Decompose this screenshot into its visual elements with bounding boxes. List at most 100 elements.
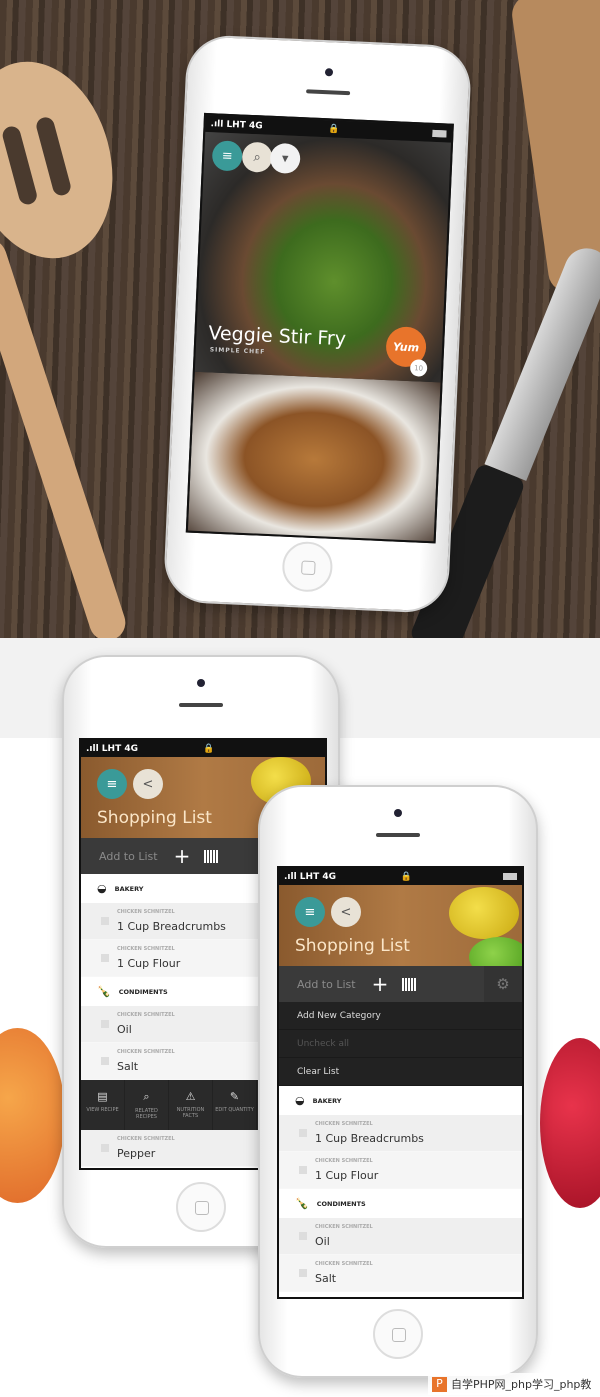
checkbox[interactable] (101, 917, 109, 925)
nutrition-facts-button[interactable]: ⚠ NUTRITION FACTS (169, 1080, 213, 1130)
checkbox[interactable] (101, 954, 109, 962)
item-recipe: CHICKEN SCHNITZEL (315, 1157, 373, 1164)
checkbox[interactable] (299, 1269, 307, 1277)
phone-shopping-menu: .ıll LHT 4G 🔒 ≡ < Shopping List Add to Li… (258, 785, 538, 1378)
menu-icon[interactable]: ≡ (97, 769, 127, 799)
category-bakery: ◒ BAKERY (279, 1086, 522, 1115)
home-button[interactable] (280, 540, 333, 593)
checkbox[interactable] (299, 1166, 307, 1174)
add-to-list-input[interactable]: Add to List (99, 850, 158, 863)
yum-count: 10 (409, 359, 428, 377)
share-icon[interactable]: < (331, 897, 361, 927)
item-name: 1 Cup Breadcrumbs (315, 1131, 424, 1145)
item-recipe: CHICKEN SCHNITZEL (315, 1223, 373, 1230)
recipe-author: SIMPLE CHEF (209, 346, 266, 356)
menu-icon[interactable]: ≡ (295, 897, 325, 927)
share-icon[interactable]: < (133, 769, 163, 799)
item-name: Oil (315, 1234, 330, 1248)
wooden-spoon (0, 45, 134, 275)
carrier-text: .ıll LHT 4G (210, 118, 263, 131)
item-recipe: CHICKEN SCHNITZEL (117, 945, 175, 952)
lock-icon: 🔒 (328, 123, 340, 135)
item-name: 1 Cup Flour (315, 1168, 379, 1182)
lock-icon: 🔒 (400, 871, 412, 882)
filter-icon[interactable]: ▾ (269, 142, 301, 175)
category-label: BAKERY (114, 884, 144, 893)
watermark-text: 自学PHP网_php学习_php教 (451, 1378, 592, 1391)
barcode-icon[interactable] (204, 849, 219, 863)
list-item[interactable]: CHICKEN SCHNITZEL 1 Cup Breadcrumbs (279, 1115, 522, 1152)
barcode-icon[interactable] (402, 977, 417, 991)
list-item[interactable]: CHICKEN SCHNITZEL 1 Cup Flour (279, 1152, 522, 1189)
add-to-list-bar[interactable]: Add to List + ⚙ (279, 966, 522, 1002)
checkbox[interactable] (101, 1057, 109, 1065)
recipe-screen: .ıll LHT 4G 🔒 ≡ ⌕ ▾ Veggie Stir Fry SIMPL… (185, 112, 454, 544)
page-title: Shopping List (295, 936, 410, 956)
recipe-title: Veggie Stir Fry (208, 322, 347, 351)
list-header: ≡ < Shopping List (279, 885, 522, 977)
document-icon: ▤ (97, 1090, 108, 1103)
item-name: Salt (117, 1059, 139, 1073)
menu-item-clear-list[interactable]: Clear List (279, 1058, 522, 1086)
watermark: P 自学PHP网_php学习_php教 (428, 1373, 600, 1395)
menu-icon[interactable]: ≡ (211, 140, 243, 172)
recipe-card-fries[interactable] (187, 371, 441, 544)
wood-background: .ıll LHT 4G 🔒 ≡ ⌕ ▾ Veggie Stir Fry SIMPL… (0, 0, 600, 658)
recipe-card[interactable]: ≡ ⌕ ▾ Veggie Stir Fry SIMPLE CHEF Yum 10 (194, 131, 452, 383)
warning-icon: ⚠ (185, 1090, 196, 1103)
item-name: Oil (117, 1022, 132, 1036)
related-recipes-button[interactable]: ⌕ RELATED RECIPES (125, 1080, 169, 1130)
lock-icon: 🔒 (203, 743, 215, 754)
carrier-text: .ıll LHT 4G (284, 871, 336, 882)
search-icon: ⌕ (143, 1090, 150, 1103)
item-name: 1 Cup Breadcrumbs (117, 919, 226, 933)
item-recipe: CHICKEN SCHNITZEL (117, 1048, 175, 1055)
item-recipe: CHICKEN SCHNITZEL (117, 1135, 175, 1142)
checkbox[interactable] (299, 1232, 307, 1240)
item-recipe: CHICKEN SCHNITZEL (117, 908, 175, 915)
spoon-handle (0, 234, 131, 646)
edit-quantity-button[interactable]: ✎ EDIT QUANTITY (213, 1080, 257, 1130)
plus-icon[interactable]: + (174, 844, 191, 868)
category-label: BAKERY (312, 1096, 342, 1105)
bottle-icon: 🍾 (295, 1197, 309, 1210)
pencil-icon: ✎ (229, 1090, 240, 1103)
home-button[interactable] (373, 1309, 423, 1359)
watermark-logo: P (432, 1376, 447, 1392)
battery-icon (432, 129, 447, 138)
category-label: CONDIMENTS (316, 1199, 366, 1208)
plus-icon[interactable]: + (372, 972, 389, 996)
list-item[interactable]: CHICKEN SCHNITZEL Oil (279, 1218, 522, 1255)
bottle-icon: 🍾 (97, 985, 111, 998)
action-label: NUTRITION FACTS (176, 1107, 205, 1119)
menu-item-uncheck-all[interactable]: Uncheck all (279, 1030, 522, 1058)
settings-menu: Add New Category Uncheck all Clear List (279, 1002, 522, 1086)
bread-icon: ◒ (97, 882, 107, 895)
action-label: VIEW RECIPE (86, 1107, 119, 1113)
gear-icon[interactable]: ⚙ (484, 966, 522, 1002)
shopping-screen-2: .ıll LHT 4G 🔒 ≡ < Shopping List Add to Li… (277, 866, 524, 1299)
checkbox[interactable] (101, 1020, 109, 1028)
carrier-text: .ıll LHT 4G (86, 743, 138, 754)
item-recipe: CHICKEN SCHNITZEL (315, 1120, 373, 1127)
action-label: EDIT QUANTITY (215, 1107, 254, 1113)
action-label: RELATED RECIPES (135, 1108, 158, 1120)
category-condiments: 🍾 CONDIMENTS (279, 1189, 522, 1218)
home-button[interactable] (176, 1182, 226, 1232)
item-name: 1 Cup Flour (117, 956, 181, 970)
item-name: Pepper (117, 1146, 156, 1160)
phone-recipe: .ıll LHT 4G 🔒 ≡ ⌕ ▾ Veggie Stir Fry SIMPL… (162, 34, 473, 614)
page-title: Shopping List (97, 808, 212, 828)
bread-icon: ◒ (295, 1094, 305, 1107)
category-label: CONDIMENTS (118, 987, 168, 996)
checkbox[interactable] (101, 1144, 109, 1152)
item-recipe: CHICKEN SCHNITZEL (315, 1260, 373, 1267)
search-icon[interactable]: ⌕ (241, 141, 273, 173)
add-to-list-input[interactable]: Add to List (297, 978, 356, 991)
checkbox[interactable] (299, 1129, 307, 1137)
battery-icon (503, 873, 517, 880)
view-recipe-button[interactable]: ▤ VIEW RECIPE (81, 1080, 125, 1130)
list-item[interactable]: CHICKEN SCHNITZEL Salt (279, 1255, 522, 1292)
menu-item-add-category[interactable]: Add New Category (279, 1002, 522, 1030)
item-name: Salt (315, 1271, 337, 1285)
